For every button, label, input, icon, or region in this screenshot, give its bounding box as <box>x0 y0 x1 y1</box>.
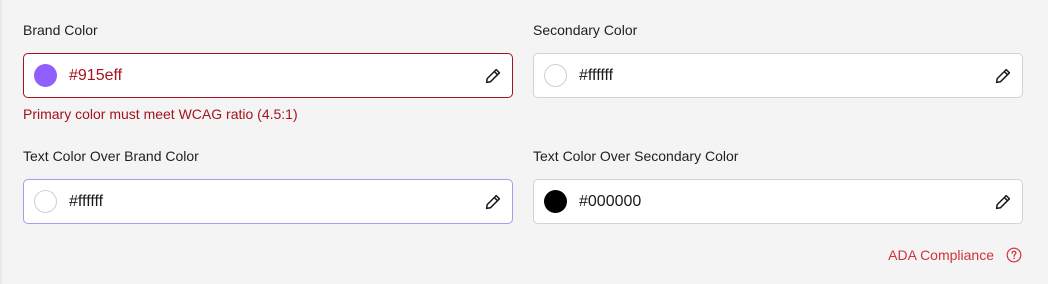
text-over-brand-value[interactable]: #ffffff <box>69 192 103 212</box>
ada-compliance-link[interactable]: ADA Compliance <box>888 246 1022 264</box>
panel-edge <box>0 0 2 284</box>
text-over-secondary-label: Text Color Over Secondary Color <box>533 148 739 164</box>
pencil-icon[interactable] <box>484 193 502 211</box>
ada-compliance-label[interactable]: ADA Compliance <box>888 246 994 264</box>
brand-color-input[interactable]: #915eff <box>23 53 513 98</box>
secondary-color-field: Secondary Color #ffffff <box>533 21 1023 98</box>
text-over-secondary-input[interactable]: #000000 <box>533 179 1023 224</box>
secondary-color-label: Secondary Color <box>533 22 638 38</box>
secondary-color-value[interactable]: #ffffff <box>579 66 613 86</box>
text-over-secondary-field: Text Color Over Secondary Color #000000 <box>533 147 1023 224</box>
help-circle-icon[interactable] <box>1006 247 1022 263</box>
brand-color-field: Brand Color #915eff Primary color must m… <box>23 21 513 123</box>
text-over-secondary-swatch[interactable] <box>544 190 567 213</box>
pencil-icon[interactable] <box>484 67 502 85</box>
text-over-brand-input[interactable]: #ffffff <box>23 179 513 224</box>
text-over-brand-field: Text Color Over Brand Color #ffffff <box>23 147 513 224</box>
text-over-brand-label: Text Color Over Brand Color <box>23 148 199 164</box>
brand-color-error: Primary color must meet WCAG ratio (4.5:… <box>23 106 298 122</box>
brand-color-label: Brand Color <box>23 22 98 38</box>
secondary-color-input[interactable]: #ffffff <box>533 53 1023 98</box>
text-over-brand-swatch[interactable] <box>34 190 57 213</box>
pencil-icon[interactable] <box>994 67 1012 85</box>
secondary-color-swatch[interactable] <box>544 64 567 87</box>
brand-color-swatch[interactable] <box>34 64 57 87</box>
text-over-secondary-value[interactable]: #000000 <box>579 192 641 212</box>
brand-color-value[interactable]: #915eff <box>69 66 122 86</box>
pencil-icon[interactable] <box>994 193 1012 211</box>
